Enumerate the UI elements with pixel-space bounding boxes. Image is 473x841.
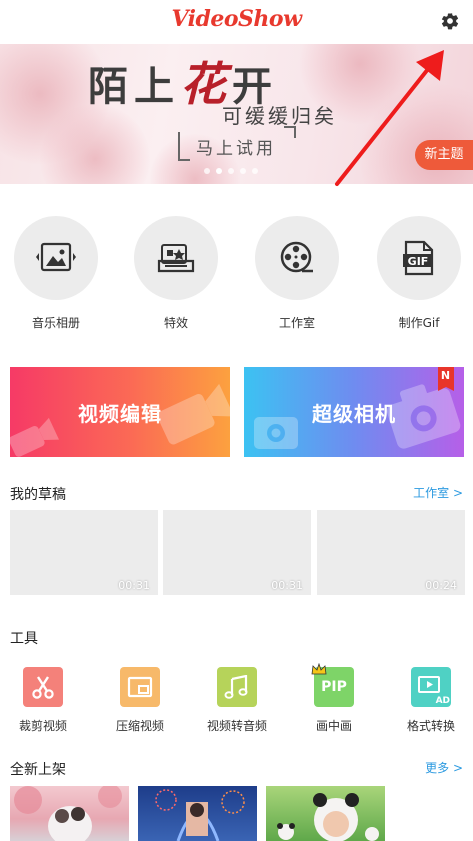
tools-title: 工具 bbox=[10, 631, 38, 647]
photo-album-icon bbox=[14, 216, 98, 300]
studio-button[interactable]: 工作室 bbox=[247, 212, 347, 331]
trim-video-button[interactable]: 裁剪视频 bbox=[3, 667, 83, 734]
pip-text: PIP bbox=[321, 679, 347, 695]
banner-title-part: 陌上 bbox=[88, 63, 180, 110]
draft-duration: 00:31 bbox=[118, 579, 150, 592]
new-arrivals-title: 全新上架 bbox=[10, 762, 66, 778]
drafts-more-link[interactable]: 工作室 > bbox=[413, 484, 463, 501]
gif-file-icon: GIF bbox=[377, 216, 461, 300]
crown-icon bbox=[311, 663, 327, 675]
draft-duration: 00:31 bbox=[271, 579, 303, 592]
draft-duration: 00:24 bbox=[425, 579, 457, 592]
new-theme-badge[interactable]: 新主题 bbox=[415, 140, 473, 170]
quick-action-label: 特效 bbox=[163, 316, 188, 330]
tool-label: 压缩视频 bbox=[115, 719, 164, 733]
theme-thumbnail-blossom[interactable] bbox=[10, 786, 129, 841]
drafts-title: 我的草稿 bbox=[10, 487, 66, 503]
svg-text:GIF: GIF bbox=[408, 255, 429, 268]
format-convert-button[interactable]: AD 格式转换 bbox=[391, 667, 471, 734]
music-note-icon bbox=[217, 667, 257, 707]
video-camera-icon bbox=[10, 417, 60, 457]
top-bar: VideoShow bbox=[0, 0, 473, 44]
tool-label: 画中画 bbox=[315, 719, 352, 733]
super-camera-label: 超级相机 bbox=[312, 401, 396, 426]
scissors-icon bbox=[23, 667, 63, 707]
banner-page-indicator bbox=[204, 168, 258, 174]
format-convert-icon: AD bbox=[411, 667, 451, 707]
quick-action-label: 制作Gif bbox=[398, 316, 440, 330]
try-now-label[interactable]: 马上试用 bbox=[178, 126, 296, 161]
page-dot bbox=[252, 168, 258, 174]
tool-label: 格式转换 bbox=[406, 719, 455, 733]
tool-label: 视频转音频 bbox=[206, 719, 267, 733]
gear-icon bbox=[441, 13, 459, 30]
quick-action-label: 工作室 bbox=[278, 316, 315, 330]
page-dot-active bbox=[216, 168, 222, 174]
page-dot bbox=[204, 168, 210, 174]
super-camera-button[interactable]: 超级相机 N bbox=[244, 367, 464, 457]
new-badge: N bbox=[438, 367, 454, 391]
app-logo: VideoShow bbox=[171, 6, 302, 32]
effects-icon bbox=[134, 216, 218, 300]
compress-icon bbox=[120, 667, 160, 707]
compress-video-button[interactable]: 压缩视频 bbox=[100, 667, 180, 734]
draft-item[interactable]: 00:24 bbox=[317, 510, 465, 595]
draft-item[interactable]: 00:31 bbox=[10, 510, 158, 595]
film-reel-icon bbox=[255, 216, 339, 300]
video-to-audio-button[interactable]: 视频转音频 bbox=[197, 667, 277, 734]
promo-banner[interactable]: 陌上花开 可缓缓归矣 马上试用 新主题 bbox=[0, 44, 473, 184]
camera-icon bbox=[254, 417, 298, 449]
settings-button[interactable] bbox=[433, 4, 467, 38]
effects-button[interactable]: 特效 bbox=[126, 212, 226, 331]
quick-actions: 音乐相册 特效 工作室 GIF 制作Gif bbox=[0, 212, 473, 332]
video-edit-button[interactable]: 视频编辑 bbox=[10, 367, 230, 457]
video-camera-icon bbox=[157, 383, 230, 445]
new-arrivals-more-link[interactable]: 更多 > bbox=[425, 759, 463, 776]
make-gif-button[interactable]: GIF 制作Gif bbox=[369, 212, 469, 331]
banner-subtitle: 可缓缓归矣 bbox=[222, 104, 337, 128]
theme-thumbnail-panda[interactable] bbox=[266, 786, 385, 841]
quick-action-label: 音乐相册 bbox=[31, 316, 80, 330]
draft-item[interactable]: 00:31 bbox=[163, 510, 311, 595]
picture-in-picture-button[interactable]: PIP 画中画 bbox=[294, 663, 374, 734]
page-dot bbox=[240, 168, 246, 174]
music-album-button[interactable]: 音乐相册 bbox=[6, 212, 106, 331]
page-dot bbox=[228, 168, 234, 174]
tool-label: 裁剪视频 bbox=[18, 719, 67, 733]
video-edit-label: 视频编辑 bbox=[78, 401, 162, 426]
theme-thumbnail-fireworks[interactable] bbox=[138, 786, 257, 841]
format-ad-text: AD bbox=[435, 696, 450, 706]
